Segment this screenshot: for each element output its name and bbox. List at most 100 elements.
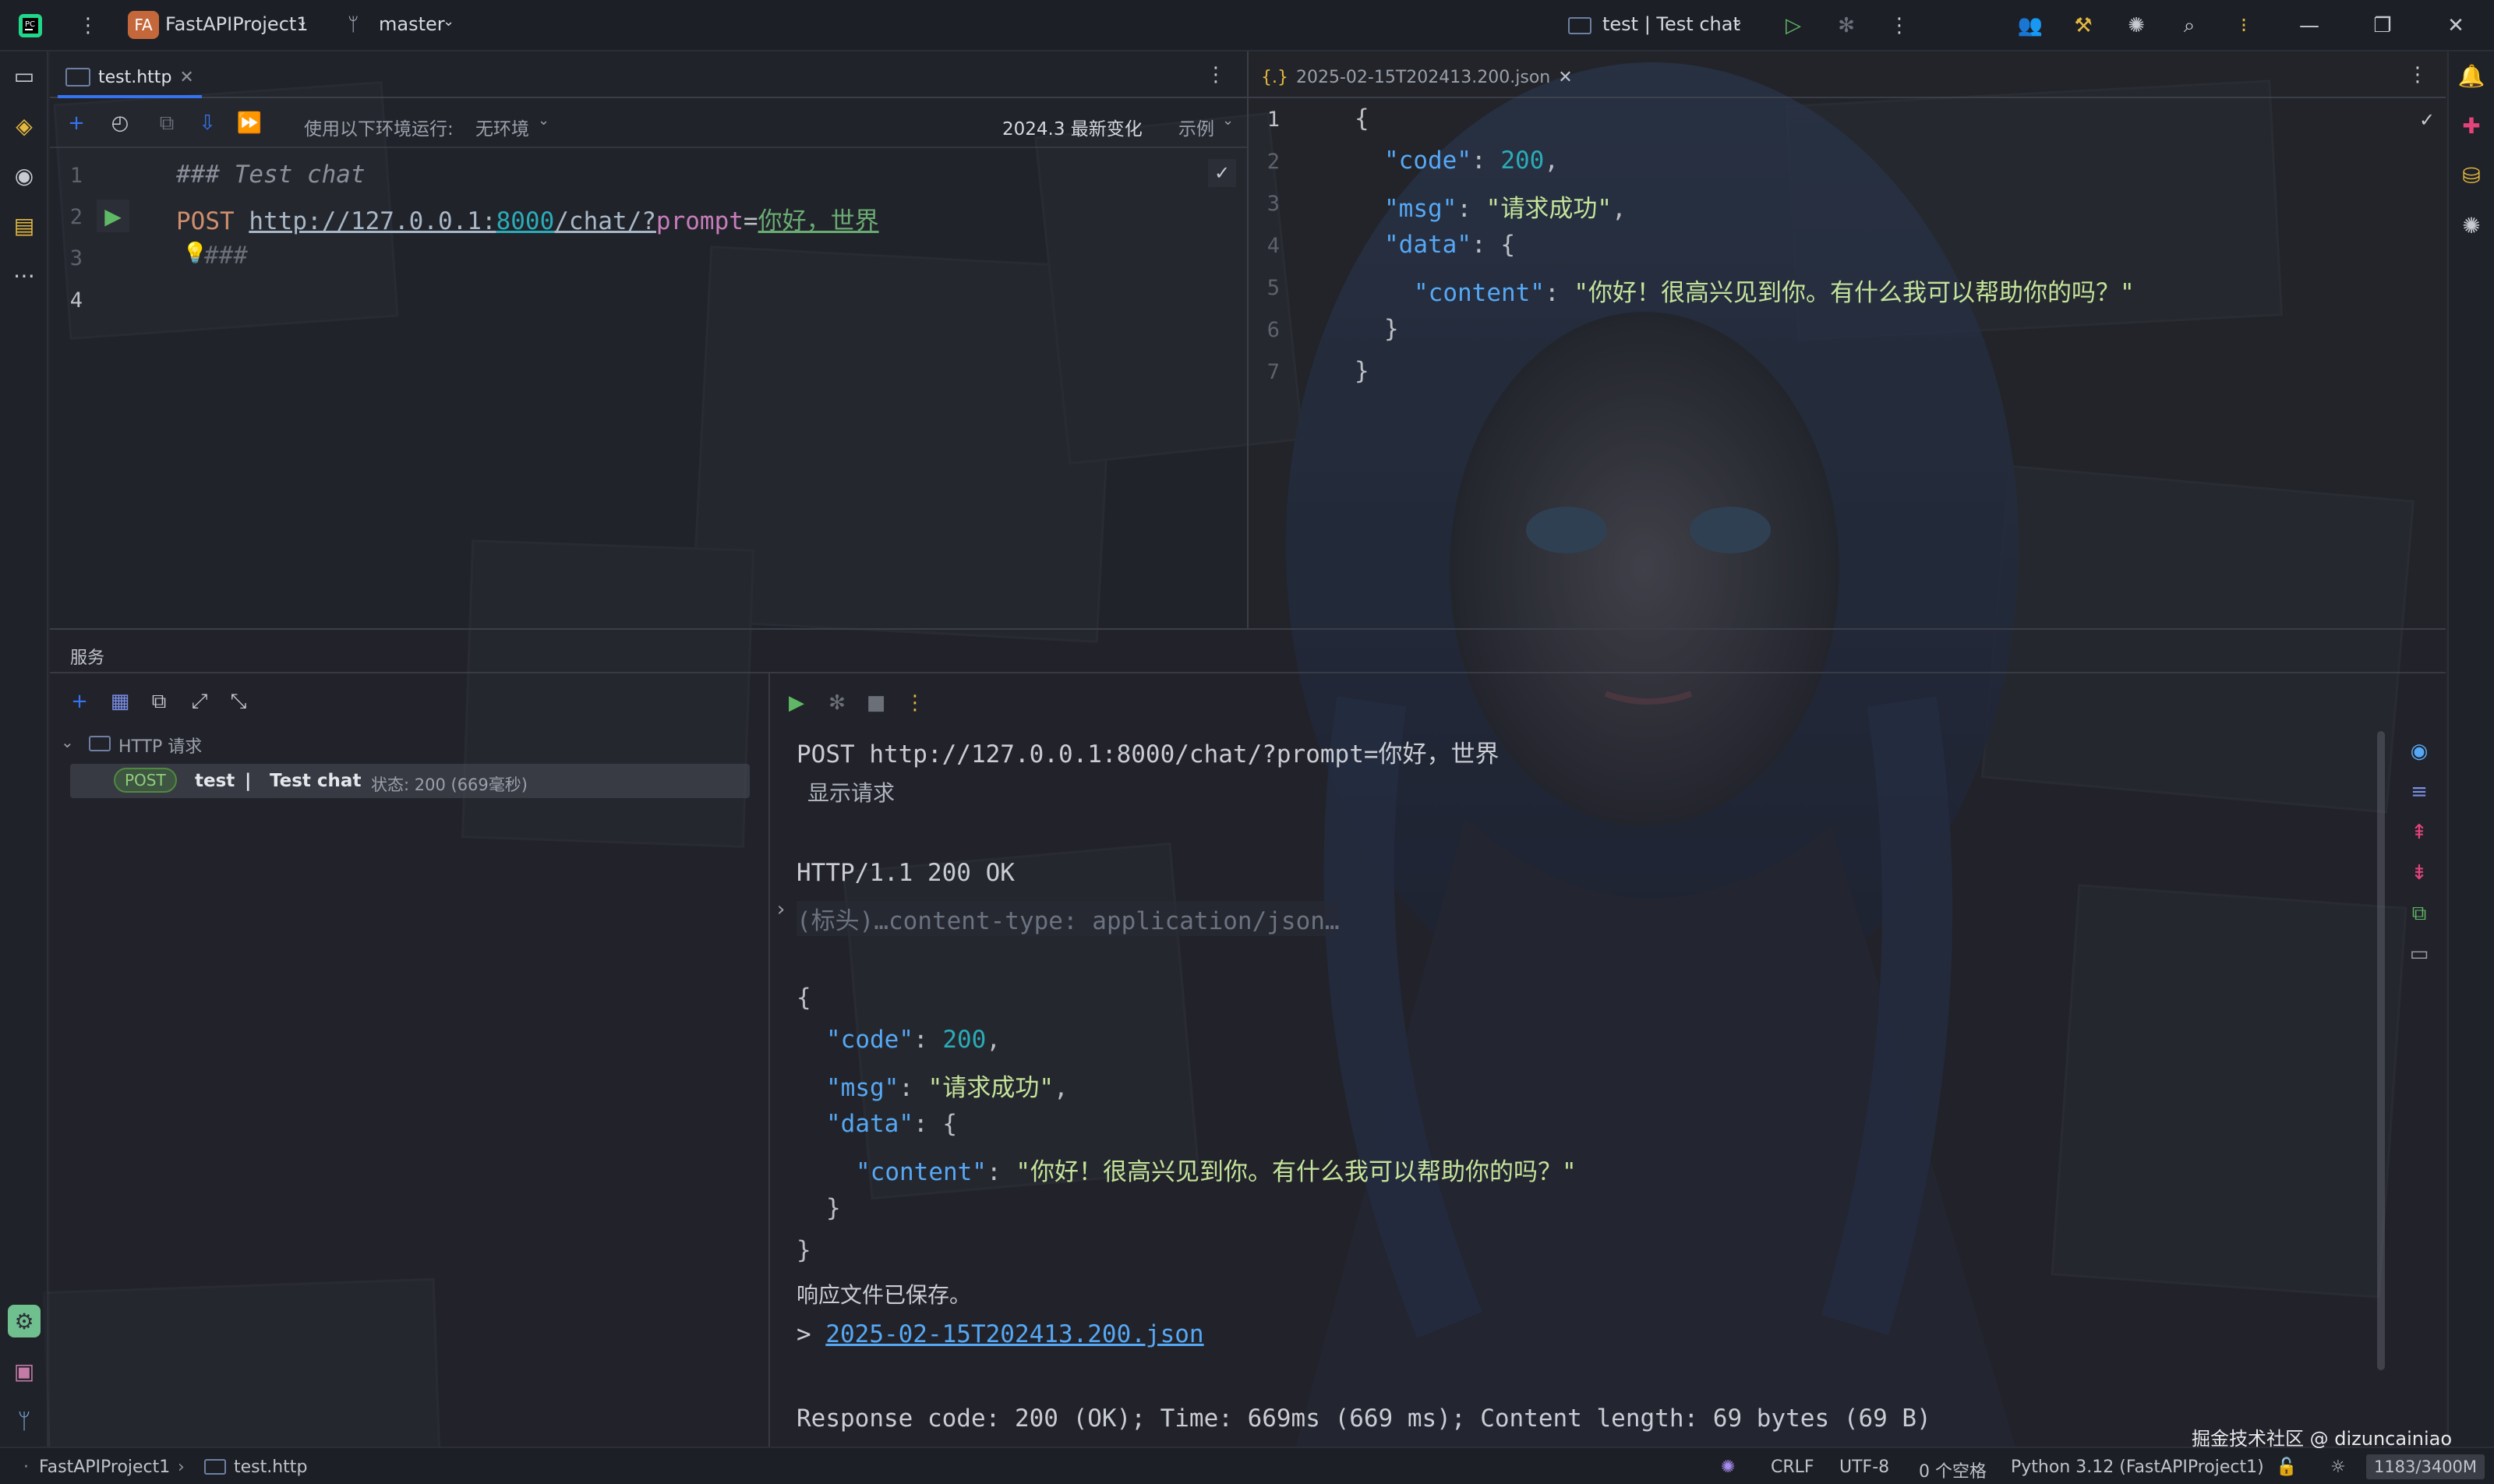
json-code-area[interactable]: 1 { 2 "code": 200, 3 "msg": "请求成功", 4 "d…: [1249, 100, 2402, 443]
run-config-chevron-icon[interactable]: ⌄: [1732, 13, 1743, 30]
inspections-icon[interactable]: ☼: [2330, 1458, 2346, 1477]
lock-icon[interactable]: 🔓: [2276, 1458, 2297, 1477]
view-toggle-eye-icon[interactable]: ◉: [2404, 736, 2435, 767]
ai-status-icon[interactable]: ✺: [1721, 1458, 1735, 1477]
scroll-to-top-icon[interactable]: ⇞: [2404, 817, 2435, 848]
breadcrumb-project[interactable]: FastAPIProject1: [39, 1458, 170, 1477]
plugin-icon[interactable]: ✚: [2455, 109, 2488, 142]
query-value: 你好，世界: [758, 207, 879, 235]
breadcrumb-file[interactable]: test.http: [234, 1458, 307, 1477]
response-output[interactable]: POST http://127.0.0.1:8000/chat/?prompt=…: [775, 734, 2418, 1443]
run-icon[interactable]: ▷: [1779, 11, 1808, 41]
examples-chevron-icon[interactable]: ⌄: [1222, 112, 1234, 129]
project-badge: FA: [128, 11, 159, 39]
python-interpreter[interactable]: Python 3.12 (FastAPIProject1): [2011, 1458, 2264, 1477]
commit-icon[interactable]: ◈: [8, 109, 41, 142]
copy-output-icon[interactable]: ⧉: [2404, 898, 2435, 929]
branch-dropdown-chevron-icon[interactable]: ⌄: [443, 13, 454, 30]
close-tab-icon[interactable]: ✕: [179, 68, 193, 87]
json-line: }: [1355, 357, 1369, 385]
output-options-icon[interactable]: ⋮: [899, 687, 931, 719]
whats-new-link[interactable]: 2024.3 最新变化: [1002, 114, 1143, 140]
run-config-selector[interactable]: test | Test chat: [1602, 13, 1740, 35]
structure-icon[interactable]: ▤: [8, 209, 41, 242]
scroll-to-end-icon[interactable]: ⇟: [2404, 857, 2435, 889]
json-line: "content": "你好！很高兴见到你。有什么我可以帮助你的吗？": [856, 1152, 1577, 1187]
debug-rerun-icon[interactable]: ✻: [821, 687, 853, 719]
expand-all-icon[interactable]: ⤢: [184, 686, 215, 717]
json-no-problems-check-icon[interactable]: ✓: [2413, 106, 2441, 134]
build-tools-icon[interactable]: ⚒: [2068, 11, 2098, 41]
github-icon[interactable]: ◉: [8, 159, 41, 192]
tab-json-file[interactable]: {.} 2025-02-15T202413.200.json ✕: [1255, 59, 1579, 95]
ai-chat-icon[interactable]: ✺: [2455, 209, 2488, 242]
git-tool-icon[interactable]: ᛘ: [8, 1404, 41, 1437]
add-service-icon[interactable]: +: [64, 686, 95, 717]
soft-wrap-icon[interactable]: ≡: [2404, 776, 2435, 807]
service-file: test: [195, 771, 235, 791]
more-actions-icon[interactable]: ⋮: [1885, 11, 1914, 41]
file-encoding[interactable]: UTF-8: [1839, 1458, 1889, 1477]
services-split-divider[interactable]: [768, 673, 770, 1448]
env-chevron-icon[interactable]: ⌄: [538, 112, 549, 129]
output-scrollbar[interactable]: [2377, 731, 2385, 1370]
json-key: "content": [856, 1158, 987, 1186]
headers-expand-chevron-icon[interactable]: ›: [775, 898, 787, 921]
no-problems-check-icon[interactable]: ✓: [1208, 159, 1236, 187]
minimize-window-icon[interactable]: —: [2294, 11, 2324, 41]
pycharm-logo-icon[interactable]: PC: [16, 11, 45, 41]
show-request-link[interactable]: 显示请求: [807, 776, 895, 807]
history-icon[interactable]: ◴: [104, 108, 136, 139]
project-dropdown-chevron-icon[interactable]: ⌄: [296, 13, 308, 30]
saved-file-link[interactable]: 2025-02-15T202413.200.json: [825, 1320, 1203, 1348]
url-port[interactable]: 8000: [496, 207, 555, 235]
settings-update-icon[interactable]: ⁝: [2229, 11, 2259, 41]
group-by-icon[interactable]: ▦: [104, 686, 136, 717]
examples-dropdown[interactable]: 示例: [1178, 114, 1214, 140]
print-icon[interactable]: ▭: [2404, 938, 2435, 970]
search-icon[interactable]: ⌕: [2174, 11, 2204, 41]
close-tab-icon[interactable]: ✕: [1558, 68, 1572, 87]
run-request-gutter-icon[interactable]: ▶: [97, 200, 129, 232]
services-tool-icon[interactable]: ⚙: [8, 1305, 41, 1337]
rerun-icon[interactable]: ▶: [781, 687, 812, 719]
http-code-area[interactable]: 1 ### Test chat 2 ▶ POST http://127.0.0.…: [51, 153, 1244, 410]
memory-indicator[interactable]: 1183/3400M: [2366, 1454, 2485, 1479]
database-icon[interactable]: ⛁: [2455, 159, 2488, 192]
ai-assistant-icon[interactable]: ✺: [2121, 11, 2151, 41]
tree-group-label[interactable]: HTTP 请求: [118, 733, 202, 758]
tree-expand-chevron-icon[interactable]: ⌄: [61, 733, 74, 751]
service-item-selected[interactable]: POST test | Test chat 状态: 200 (669毫秒): [70, 764, 750, 798]
url-host[interactable]: http://127.0.0.1:: [249, 207, 496, 235]
notifications-icon[interactable]: 🔔: [2455, 59, 2488, 92]
branch-name[interactable]: master: [379, 13, 445, 35]
url-path[interactable]: /chat/?: [554, 207, 656, 235]
debug-icon[interactable]: ✻: [1832, 11, 1861, 41]
editor-tab-options-icon[interactable]: ⋮: [1200, 59, 1231, 90]
maximize-window-icon[interactable]: ❐: [2368, 11, 2397, 41]
project-view-icon[interactable]: ▭: [8, 59, 41, 92]
tab-test-http[interactable]: test.http ✕: [58, 59, 202, 98]
indent-setting[interactable]: 0 个空格: [1919, 1458, 1987, 1482]
close-window-icon[interactable]: ✕: [2441, 11, 2471, 41]
project-name[interactable]: FastAPIProject1: [165, 13, 309, 35]
line-separator[interactable]: CRLF: [1771, 1458, 1814, 1477]
main-menu-icon[interactable]: ⋮: [73, 11, 103, 41]
open-in-tab-icon[interactable]: ⧉: [143, 686, 175, 717]
env-selector[interactable]: 无环境: [475, 114, 529, 140]
json-tab-options-icon[interactable]: ⋮: [2402, 59, 2433, 90]
code-with-me-icon[interactable]: 👥: [2015, 11, 2045, 41]
service-name: Test chat: [270, 771, 362, 791]
http-file-icon: [204, 1459, 226, 1475]
copy-icon[interactable]: ⧉: [151, 108, 182, 139]
watermark: 掘金技术社区 @ dizuncainiao: [2192, 1428, 2453, 1450]
import-icon[interactable]: ⇩: [192, 108, 223, 139]
run-all-icon[interactable]: ⏩: [234, 108, 265, 139]
more-tools-icon[interactable]: ⋯: [8, 259, 41, 292]
headers-collapsed[interactable]: (标头)…content-type: application/json…: [797, 901, 1340, 936]
stop-icon[interactable]: ■: [860, 687, 892, 719]
code-line: ###: [204, 242, 248, 270]
terminal-icon[interactable]: ▣: [8, 1355, 41, 1387]
add-request-icon[interactable]: +: [61, 108, 92, 139]
collapse-all-icon[interactable]: ⤡: [223, 686, 254, 717]
